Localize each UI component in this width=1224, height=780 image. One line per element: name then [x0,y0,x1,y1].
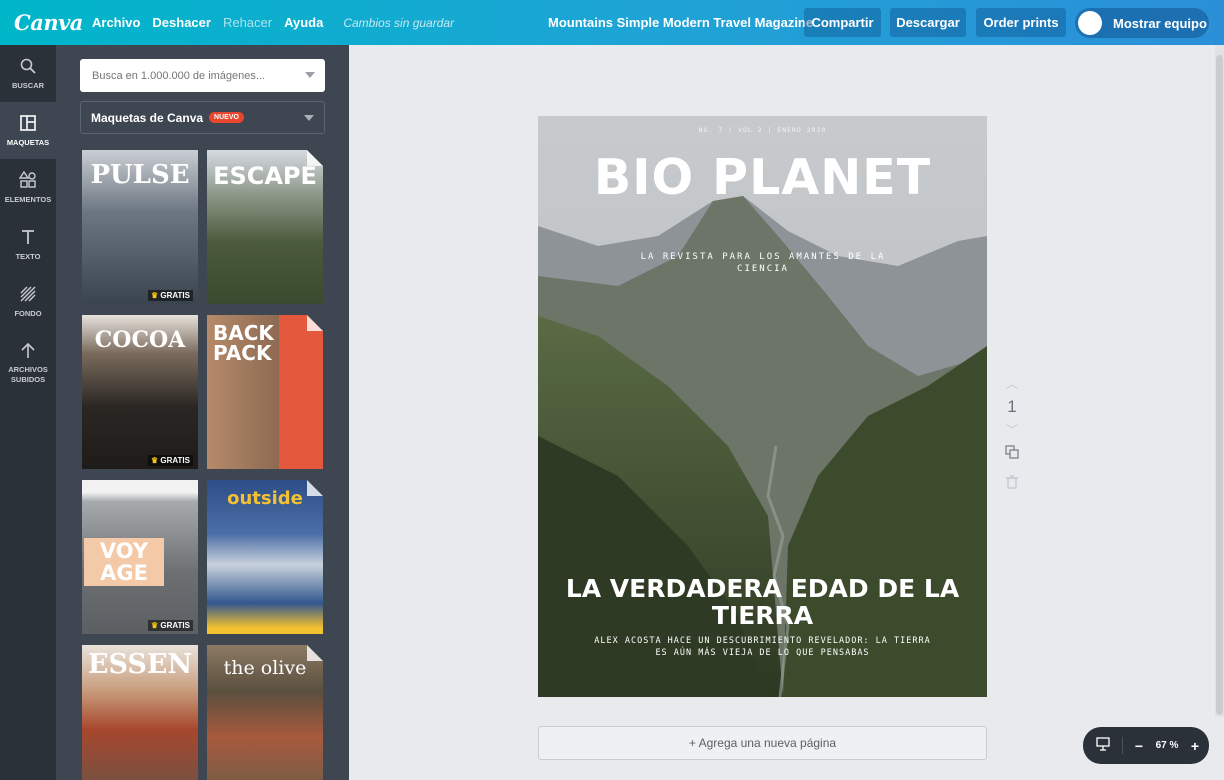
magazine-tagline[interactable]: LA REVISTA PARA LOS AMANTES DE LA CIENCI… [630,251,896,275]
canva-logo[interactable]: Canva [14,10,83,35]
template-essen[interactable]: ESSEN [82,645,198,780]
chevron-down-icon [304,115,314,121]
chevron-down-icon [305,72,315,78]
template-filter-dropdown[interactable]: Maquetas de Canva NUEVO [80,101,325,134]
template-title: COCOA [94,327,186,353]
present-icon[interactable] [1083,737,1123,754]
template-title: VOY AGE [84,538,164,586]
unsaved-status: Cambios sin guardar [343,15,455,30]
issue-line[interactable]: NO. 7 | VOL 2 | ENERO 2020 [538,126,987,134]
menu-ayuda[interactable]: Ayuda [284,15,323,30]
menu-archivo[interactable]: Archivo [92,15,140,30]
rail-label: TEXTO [15,251,41,261]
search-input[interactable] [92,69,292,82]
template-outside[interactable]: outside [207,480,323,634]
delete-page-icon[interactable] [1000,469,1024,499]
rail-label: ARCHIVOS SUBIDOS [8,365,48,384]
search-icon [19,57,37,77]
zoom-out-button[interactable]: − [1129,738,1149,754]
template-the-olive[interactable]: the olive [207,645,323,780]
move-page-down-icon[interactable]: ﹀ [1000,421,1024,439]
rail-item-archivos[interactable]: ARCHIVOS SUBIDOS [0,330,56,396]
template-escape[interactable]: ESCAPE [207,150,323,304]
menu-deshacer[interactable]: Deshacer [152,15,211,30]
show-team-label: Mostrar equipo [1113,15,1207,31]
template-cocoa[interactable]: COCOA GRATIS [82,315,198,469]
rail-item-buscar[interactable]: BUSCAR [0,45,56,102]
design-page[interactable]: NO. 7 | VOL 2 | ENERO 2020 BIO PLANET LA… [538,116,987,697]
page-number: 1 [1007,397,1017,416]
layout-icon [19,114,37,134]
move-page-up-icon[interactable]: ︿ [1000,375,1024,393]
side-rail: BUSCAR MAQUETAS ELEMENTOS TEXTO FONDO AR… [0,45,56,780]
new-badge: NUEVO [209,112,244,123]
template-title: the olive [223,657,307,679]
template-title: BACK PACK [213,321,274,365]
rail-label: ELEMENTOS [4,194,52,204]
rail-label: MAQUETAS [6,137,50,147]
page-fold [307,315,323,331]
download-button[interactable]: Descargar [890,8,966,37]
filter-label: Maquetas de Canva [91,110,204,125]
scrollbar-thumb[interactable] [1216,55,1223,715]
template-title: ESCAPE [213,162,317,190]
document-title[interactable]: Mountains Simple Modern Travel Magazine [548,15,813,30]
free-badge: GRATIS [147,620,193,631]
upload-icon [19,341,37,361]
show-team-button[interactable]: Mostrar equipo [1075,8,1209,38]
menu-rehacer[interactable]: Rehacer [223,15,272,30]
page-fold [307,150,323,166]
canva-editor: Canva Archivo Deshacer Rehacer Ayuda Cam… [0,0,1224,780]
page-fold [307,480,323,496]
magazine-title[interactable]: BIO PLANET [538,149,987,206]
rail-item-texto[interactable]: TEXTO [0,216,56,273]
template-title: outside [227,488,303,509]
avatar [1078,11,1102,35]
zoom-control: − 67 % + [1083,727,1209,764]
add-page-button[interactable]: + Agrega una nueva página [538,726,987,760]
templates-panel: Maquetas de Canva NUEVO PULSE GRATIS ESC… [56,45,349,780]
image-search[interactable] [80,59,325,92]
duplicate-page-icon[interactable] [1000,439,1024,469]
free-badge: GRATIS [147,455,193,466]
canvas-scrollbar[interactable] [1215,45,1224,717]
rail-item-fondo[interactable]: FONDO [0,273,56,330]
template-pulse[interactable]: PULSE GRATIS [82,150,198,304]
text-icon [19,228,37,248]
template-voyage[interactable]: VOY AGE GRATIS [82,480,198,634]
rail-label: FONDO [14,308,42,318]
template-title: ESSEN [87,649,193,680]
cover-subhead[interactable]: ALEX ACOSTA HACE UN DESCUBRIMIENTO REVEL… [593,635,932,659]
page-tools: ︿ 1 ﹀ [1000,375,1024,499]
background-icon [19,285,37,305]
rail-label: BUSCAR [11,80,45,90]
free-badge: GRATIS [147,290,193,301]
template-backpack[interactable]: BACK PACK [207,315,323,469]
cover-headline[interactable]: LA VERDADERA EDAD DE LA TIERRA [538,575,987,629]
template-title: PULSE [90,160,190,190]
rail-item-elementos[interactable]: ELEMENTOS [0,159,56,216]
top-bar: Canva Archivo Deshacer Rehacer Ayuda Cam… [0,0,1224,45]
order-prints-button[interactable]: Order prints [976,8,1066,37]
shapes-icon [18,170,37,191]
zoom-in-button[interactable]: + [1185,738,1205,754]
zoom-level[interactable]: 67 % [1149,740,1185,751]
share-button[interactable]: Compartir [804,8,881,37]
rail-item-maquetas[interactable]: MAQUETAS [0,102,56,159]
page-fold [307,645,323,661]
